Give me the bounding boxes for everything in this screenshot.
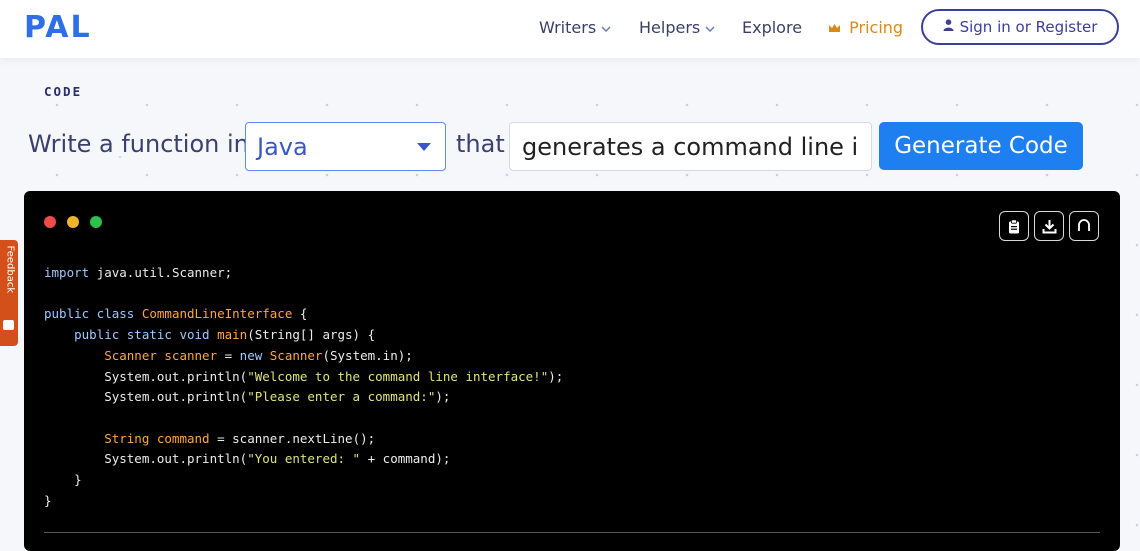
- code-token: }: [44, 492, 52, 508]
- code-line: public static void main(String[] args) {: [44, 325, 563, 346]
- chevron-down-icon: [601, 23, 611, 36]
- code-token: + command);: [360, 451, 451, 467]
- code-token: "Welcome to the command line interface!": [247, 368, 549, 384]
- window-maximize-dot: [90, 216, 102, 228]
- clipboard-icon: [1009, 218, 1019, 233]
- code-line: public class CommandLineInterface {: [44, 304, 563, 325]
- code-token: main: [217, 327, 248, 343]
- code-line: import java.util.Scanner;: [44, 263, 563, 284]
- code-token: java.util.Scanner;: [96, 265, 233, 280]
- regenerate-button[interactable]: [1069, 211, 1099, 241]
- code-token: System.out.println(: [44, 368, 248, 384]
- nav-writers-label: Writers: [539, 18, 597, 37]
- download-code-button[interactable]: [1034, 211, 1064, 241]
- code-line: String command = scanner.nextLine();: [44, 429, 563, 450]
- code-token: (String[] args) {: [247, 327, 376, 343]
- code-token: CommandLineInterface: [141, 306, 293, 322]
- codepal-logo[interactable]: CODE PAL: [24, 10, 92, 99]
- window-minimize-dot: [67, 216, 79, 228]
- code-line: System.out.println("You entered: " + com…: [44, 449, 563, 470]
- nav-explore[interactable]: Explore: [742, 18, 802, 37]
- chevron-down-icon: [705, 23, 715, 36]
- generate-code-button[interactable]: Generate Code: [879, 122, 1083, 170]
- code-token: );: [548, 368, 564, 384]
- code-token: (System.in);: [322, 347, 413, 363]
- code-token: Scanner scanner: [44, 347, 218, 363]
- logo-part-code: CODE: [44, 84, 83, 99]
- function-description-input[interactable]: [509, 122, 872, 171]
- nav-helpers[interactable]: Helpers: [639, 18, 715, 37]
- nav-pricing[interactable]: Pricing: [828, 18, 903, 37]
- logo-part-pal: PAL: [24, 10, 92, 45]
- code-token: "You entered: ": [247, 451, 361, 467]
- code-token: "Please enter a command:": [247, 389, 436, 405]
- user-icon: [943, 19, 954, 35]
- code-token: System.out.println(: [44, 389, 248, 405]
- code-token: public static void: [44, 327, 218, 343]
- nav-writers[interactable]: Writers: [539, 18, 611, 37]
- code-line: Scanner scanner = new Scanner(System.in)…: [44, 346, 563, 367]
- code-token: new: [239, 347, 270, 363]
- nav-helpers-label: Helpers: [639, 18, 701, 37]
- sign-in-label: Sign in or Register: [959, 18, 1098, 36]
- nav-pricing-label: Pricing: [849, 18, 904, 37]
- code-token: }: [44, 472, 82, 487]
- code-token: import: [44, 265, 97, 280]
- code-editor: import java.util.Scanner; public class Co…: [24, 191, 1120, 551]
- code-line: }: [44, 470, 563, 491]
- download-icon: [1042, 219, 1056, 233]
- nav-explore-label: Explore: [742, 18, 803, 37]
- top-navbar: CODE PAL Writers Helpers Explore Pricing …: [0, 0, 1140, 99]
- code-token: String command: [44, 430, 210, 446]
- code-token: =: [217, 347, 240, 363]
- code-line: System.out.println("Welcome to the comma…: [44, 367, 563, 388]
- code-line: System.out.println("Please enter a comma…: [44, 387, 563, 408]
- editor-divider: [44, 532, 1100, 533]
- code-token: Scanner: [269, 347, 323, 363]
- prompt-prefix: Write a function in: [28, 130, 249, 158]
- code-token: System.out.println(: [44, 451, 248, 467]
- caret-down-icon: [417, 143, 431, 151]
- window-close-dot: [44, 216, 56, 228]
- copy-code-button[interactable]: [999, 211, 1029, 241]
- prompt-middle: that: [456, 130, 505, 158]
- feedback-icon: [3, 320, 14, 330]
- code-token: );: [435, 389, 451, 405]
- language-select-value: Java: [257, 132, 308, 161]
- refresh-icon: [1078, 219, 1090, 231]
- language-select[interactable]: Java: [245, 122, 446, 171]
- code-token: = scanner.nextLine();: [209, 430, 376, 446]
- sign-in-register-button[interactable]: Sign in or Register: [921, 9, 1119, 45]
- code-token: {: [292, 306, 308, 322]
- feedback-label: Feedback: [4, 245, 16, 294]
- code-line: }: [44, 491, 563, 512]
- feedback-tab[interactable]: Feedback: [0, 240, 18, 346]
- generated-code: import java.util.Scanner; public class Co…: [44, 263, 563, 511]
- crown-icon: [828, 22, 845, 37]
- code-token: public class: [44, 306, 142, 322]
